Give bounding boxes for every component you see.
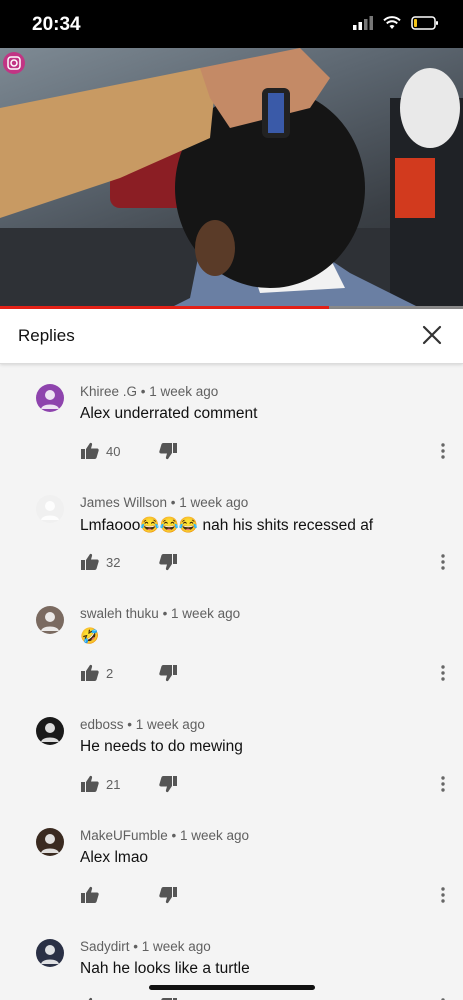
comment-text: Alex lmao xyxy=(80,849,149,866)
dislike-icon[interactable] xyxy=(158,663,178,683)
comment-actions: 32 xyxy=(80,551,178,573)
comment-actions: 2 xyxy=(80,662,178,684)
comment-meta: James Willson • 1 week ago xyxy=(80,495,249,510)
like-count: 2 xyxy=(106,665,114,681)
avatar[interactable] xyxy=(36,495,64,523)
like-icon[interactable] xyxy=(80,774,100,794)
avatar-icon xyxy=(41,501,59,520)
like-count: 21 xyxy=(106,776,121,792)
comment-author[interactable]: swaleh thuku xyxy=(80,606,159,621)
comment-meta: edboss • 1 week ago xyxy=(80,717,205,732)
replies-list: Khiree .G • 1 week ago Alex underrated co… xyxy=(0,364,463,1000)
battery-icon xyxy=(411,16,438,30)
dislike-icon[interactable] xyxy=(158,774,178,794)
dislike-icon[interactable] xyxy=(158,552,178,572)
comment-item: swaleh thuku • 1 week ago 🤣 2 xyxy=(0,586,463,696)
comment-author[interactable]: James Willson xyxy=(80,495,167,510)
more-options-icon[interactable] xyxy=(439,886,447,904)
comment-item: Khiree .G • 1 week ago Alex underrated co… xyxy=(0,364,463,474)
dislike-icon[interactable] xyxy=(158,885,178,905)
dislike-icon[interactable] xyxy=(158,996,178,1000)
comment-author[interactable]: Sadydirt xyxy=(80,939,130,954)
comment-age: 1 week ago xyxy=(180,828,250,843)
avatar[interactable] xyxy=(36,717,64,745)
like-icon[interactable] xyxy=(80,996,100,1000)
avatar-icon xyxy=(41,834,59,853)
like-count: 32 xyxy=(106,554,121,570)
replies-title: Replies xyxy=(18,326,75,345)
home-indicator[interactable] xyxy=(149,985,315,990)
like-icon[interactable] xyxy=(80,441,100,461)
like-icon[interactable] xyxy=(80,552,100,572)
more-options-icon[interactable] xyxy=(439,442,447,460)
comment-item: MakeUFumble • 1 week ago Alex lmao xyxy=(0,808,463,918)
comment-meta: Khiree .G • 1 week ago xyxy=(80,384,219,399)
dislike-icon[interactable] xyxy=(158,441,178,461)
close-icon[interactable] xyxy=(421,324,443,346)
comment-age: 1 week ago xyxy=(171,606,241,621)
avatar-icon xyxy=(41,945,59,964)
avatar[interactable] xyxy=(36,606,64,634)
avatar[interactable] xyxy=(36,828,64,856)
comment-meta: swaleh thuku • 1 week ago xyxy=(80,606,241,621)
wifi-icon xyxy=(383,16,401,29)
more-options-icon[interactable] xyxy=(439,553,447,571)
comment-author[interactable]: Khiree .G xyxy=(80,384,137,399)
like-icon[interactable] xyxy=(80,663,100,683)
replies-header: Replies xyxy=(0,309,463,364)
status-icons xyxy=(353,16,439,30)
comment-item: edboss • 1 week ago He needs to do mewing… xyxy=(0,697,463,807)
comment-age: 1 week ago xyxy=(141,939,211,954)
comment-author[interactable]: MakeUFumble xyxy=(80,828,168,843)
like-icon[interactable] xyxy=(80,885,100,905)
avatar-icon xyxy=(41,612,59,631)
comment-age: 1 week ago xyxy=(179,495,249,510)
video-frame xyxy=(0,48,463,308)
comment-age: 1 week ago xyxy=(135,717,205,732)
avatar[interactable] xyxy=(36,939,64,967)
comment-text: Nah he looks like a turtle xyxy=(80,960,250,977)
more-options-icon[interactable] xyxy=(439,775,447,793)
comment-actions xyxy=(80,884,178,906)
comment-actions xyxy=(80,995,178,1000)
like-count: 40 xyxy=(106,443,121,459)
comment-item: James Willson • 1 week ago Lmfaooo😂😂😂 nah… xyxy=(0,475,463,585)
comment-text: Alex underrated comment xyxy=(80,405,258,422)
comment-text: 🤣 xyxy=(80,628,100,645)
comment-actions: 40 xyxy=(80,440,178,462)
comment-actions: 21 xyxy=(80,773,178,795)
comment-age: 1 week ago xyxy=(149,384,219,399)
status-bar: 20:34 xyxy=(0,0,463,48)
avatar-icon xyxy=(41,723,59,742)
signal-icon xyxy=(353,16,373,30)
avatar-icon xyxy=(41,390,59,409)
avatar[interactable] xyxy=(36,384,64,412)
comment-author[interactable]: edboss xyxy=(80,717,124,732)
comment-meta: Sadydirt • 1 week ago xyxy=(80,939,211,954)
status-time: 20:34 xyxy=(32,14,81,35)
more-options-icon[interactable] xyxy=(439,664,447,682)
comment-meta: MakeUFumble • 1 week ago xyxy=(80,828,250,843)
comment-text: He needs to do mewing xyxy=(80,738,243,755)
comment-text: Lmfaooo😂😂😂 nah his shits recessed af xyxy=(80,517,374,534)
video-player[interactable] xyxy=(0,48,463,308)
